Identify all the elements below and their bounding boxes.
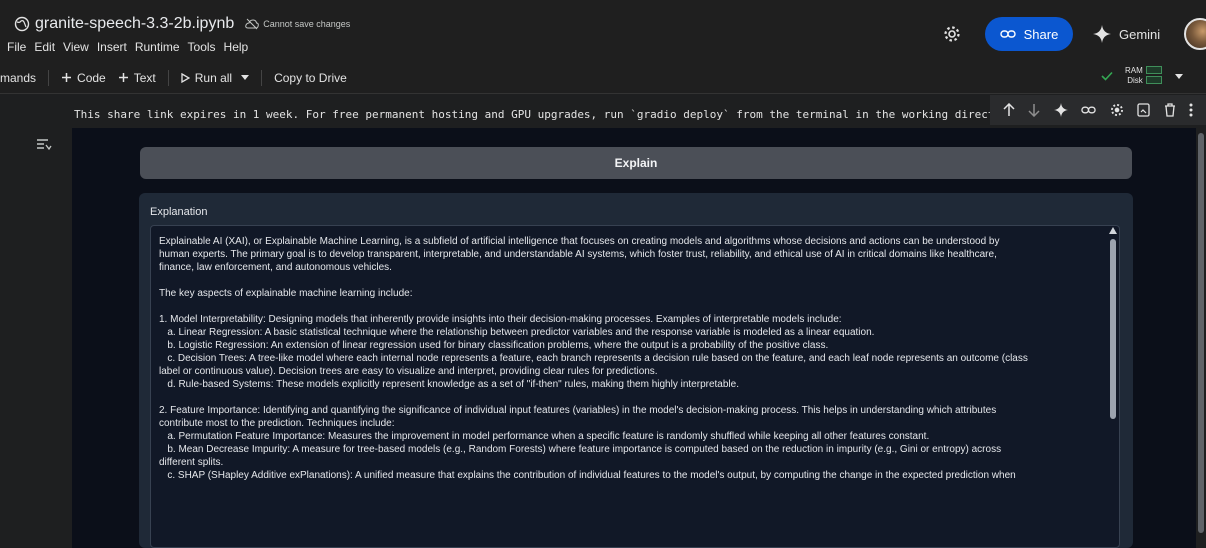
move-down-icon[interactable] (1028, 103, 1040, 117)
explanation-text: Explainable AI (XAI), or Explainable Mac… (159, 235, 1111, 482)
move-up-icon[interactable] (1003, 103, 1015, 117)
explanation-line: b. Mean Decrease Impurity: A measure for… (159, 444, 1002, 455)
textbox-scrollbar[interactable] (1109, 227, 1118, 548)
add-text-button[interactable]: Text (118, 71, 156, 85)
run-all-label: Run all (194, 70, 233, 85)
ram-disk-bars (1145, 66, 1162, 86)
gemini-label: Gemini (1119, 26, 1161, 42)
gemini-cell-icon[interactable] (1053, 103, 1068, 117)
link-cell-icon[interactable] (1081, 105, 1096, 115)
more-options-icon[interactable] (1189, 103, 1193, 117)
scroll-up-arrow-icon[interactable] (1109, 227, 1117, 234)
caret-down-icon[interactable] (1174, 73, 1183, 79)
checkmark-icon (1101, 71, 1113, 81)
explanation-line: 1. Model Interpretability: Designing mod… (159, 314, 842, 325)
gemini-button[interactable]: Gemini (1093, 25, 1160, 43)
explanation-line: d. Rule-based Systems: These models expl… (159, 379, 739, 390)
explanation-line: a. Permutation Feature Importance: Measu… (159, 431, 930, 442)
mirror-cell-icon[interactable] (1137, 103, 1150, 117)
explanation-line: The key aspects of explainable machine l… (159, 288, 413, 299)
explanation-line: 2. Feature Importance: Identifying and q… (159, 405, 997, 416)
notebook-toolbar: mands Code Text Run all Copy to Drive RA… (0, 62, 1206, 94)
ram-label: RAM (1125, 66, 1143, 75)
resource-indicator[interactable]: RAM Disk (1101, 66, 1183, 86)
plus-icon (118, 73, 128, 82)
disk-bar (1145, 76, 1162, 84)
menu-bar: File Edit View Insert Runtime Tools Help (7, 40, 256, 54)
explanation-line (159, 300, 1111, 313)
cell-settings-gear-icon[interactable] (1110, 103, 1124, 117)
explanation-line: c. Decision Trees: A tree-like model whe… (159, 353, 1028, 364)
menu-runtime[interactable]: Runtime (135, 40, 180, 54)
explanation-line: contribute most to the prediction. Techn… (159, 418, 395, 429)
link-icon (999, 30, 1016, 38)
run-all-button[interactable]: Run all (181, 70, 250, 85)
scroll-thumb[interactable] (1110, 239, 1116, 419)
output-toggle-icon[interactable] (36, 138, 52, 157)
globe-icon (14, 16, 30, 32)
cloud-off-icon (245, 18, 260, 30)
cell-gutter (0, 95, 72, 548)
menu-file[interactable]: File (7, 40, 26, 54)
avatar[interactable] (1184, 18, 1206, 50)
copy-drive-label: Copy to Drive (274, 70, 347, 85)
header: granite-speech-3.3-2b.ipynb Cannot save … (0, 0, 1206, 62)
share-button[interactable]: Share (985, 17, 1073, 51)
explanation-line: finance, law enforcement, and autonomous… (159, 262, 392, 273)
play-icon (181, 72, 190, 83)
cell-toolbar (990, 95, 1206, 125)
caret-down-icon (241, 75, 250, 80)
divider (48, 69, 50, 86)
explanation-line: c. SHAP (SHapley Additive exPlanations):… (159, 470, 1016, 481)
delete-icon[interactable] (1164, 103, 1176, 117)
explanation-line: a. Linear Regression: A basic statistica… (159, 327, 875, 338)
explanation-line: different splits. (159, 457, 224, 468)
ram-disk-labels: RAM Disk (1125, 66, 1143, 86)
divider (167, 69, 169, 86)
explain-button[interactable]: Explain (140, 147, 1132, 179)
explanation-line: label or continuous value). Decision tre… (159, 366, 658, 377)
code-label: Code (77, 70, 106, 85)
notebook-title[interactable]: granite-speech-3.3-2b.ipynb (35, 15, 234, 33)
menu-view[interactable]: View (63, 40, 89, 54)
explanation-line (159, 391, 1111, 404)
explanation-label: Explanation (150, 206, 208, 218)
title-row: granite-speech-3.3-2b.ipynb Cannot save … (14, 15, 350, 33)
menu-tools[interactable]: Tools (188, 40, 216, 54)
page-scroll-thumb[interactable] (1198, 133, 1204, 533)
copy-to-drive-button[interactable]: Copy to Drive (274, 71, 347, 85)
cannot-save-indicator: Cannot save changes (245, 18, 350, 30)
share-label: Share (1023, 26, 1059, 42)
add-code-button[interactable]: Code (61, 71, 106, 85)
explanation-line: human experts. The primary goal is to de… (159, 249, 997, 260)
text-label: Text (133, 70, 156, 85)
menu-help[interactable]: Help (224, 40, 249, 54)
page-scrollbar[interactable] (1196, 128, 1206, 548)
settings-gear-icon[interactable] (943, 25, 961, 48)
share-link-output: This share link expires in 1 week. For f… (74, 108, 994, 121)
explanation-line: Explainable AI (XAI), or Explainable Mac… (159, 236, 1000, 247)
menu-insert[interactable]: Insert (97, 40, 127, 54)
disk-label: Disk (1127, 76, 1143, 85)
commands-button[interactable]: mands (0, 71, 36, 85)
explanation-line: b. Logistic Regression: An extension of … (159, 340, 829, 351)
explanation-line (159, 274, 1111, 287)
ram-bar (1145, 66, 1162, 74)
explanation-textbox[interactable]: Explainable AI (XAI), or Explainable Mac… (150, 225, 1120, 548)
gemini-sparkle-icon (1093, 25, 1111, 43)
menu-edit[interactable]: Edit (34, 40, 55, 54)
plus-icon (62, 73, 72, 82)
cannot-save-text: Cannot save changes (263, 19, 351, 29)
divider (261, 69, 263, 86)
commands-label: mands (0, 70, 37, 85)
